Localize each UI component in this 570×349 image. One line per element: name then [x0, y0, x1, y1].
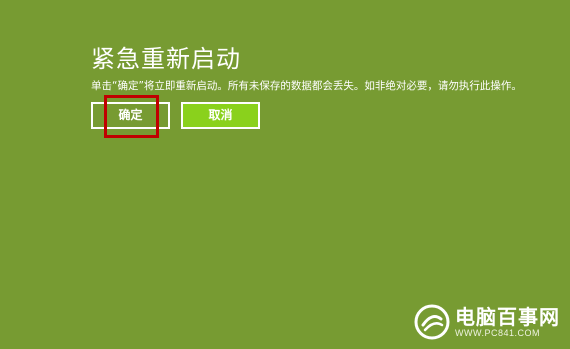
site-logo-icon — [414, 304, 450, 340]
dialog-buttons: 确定 取消 — [91, 102, 260, 129]
emergency-restart-dialog: 紧急重新启动 单击“确定”将立即重新启动。所有未保存的数据都会丢失。如非绝对必要… — [91, 44, 561, 129]
site-watermark: 电脑百事网 WWW.PC841.COM — [414, 304, 560, 340]
watermark-text: 电脑百事网 WWW.PC841.COM — [455, 306, 560, 338]
dialog-message: 单击“确定”将立即重新启动。所有未保存的数据都会丢失。如非绝对必要，请勿执行此操… — [91, 80, 522, 92]
ok-button[interactable]: 确定 — [91, 102, 170, 129]
watermark-url: WWW.PC841.COM — [455, 328, 541, 338]
watermark-site-name: 电脑百事网 — [455, 305, 560, 329]
dialog-title: 紧急重新启动 — [91, 45, 241, 73]
cancel-button[interactable]: 取消 — [181, 102, 260, 129]
